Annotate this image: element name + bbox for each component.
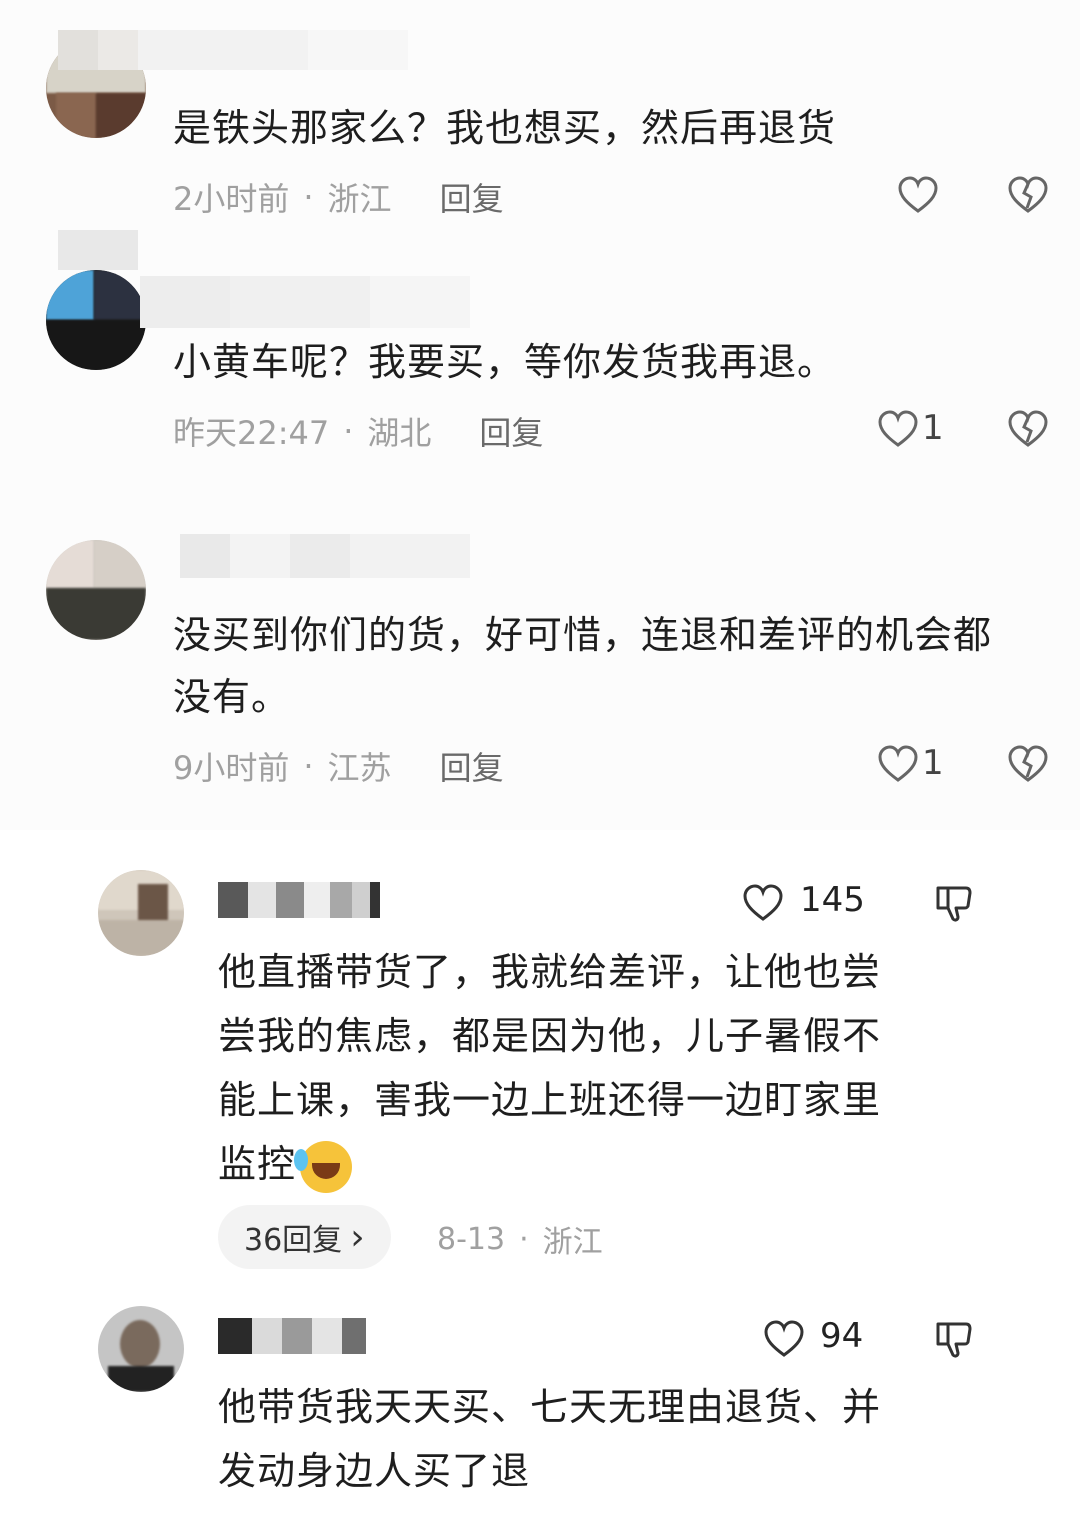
broken-heart-icon[interactable]	[1007, 745, 1049, 787]
username-mosaic[interactable]	[180, 534, 470, 578]
comment-text-line: 没有。	[173, 675, 291, 719]
comment-text: 他直播带货了，我就给差评，让他也尝 尝我的焦虑，都是因为他，儿子暑假不 能上课，…	[218, 940, 881, 1196]
comment-text: 小黄车呢？我要买，等你发货我再退。	[173, 340, 837, 384]
chevron-right-icon: ›	[350, 1216, 365, 1258]
heart-icon[interactable]	[877, 745, 919, 787]
comment-text: 他带货我天天买、七天无理由退货、并 发动身边人买了退	[218, 1375, 881, 1503]
like-count: 94	[820, 1316, 864, 1356]
comment-location: 浙江	[542, 1225, 603, 1260]
comment-location: 浙江	[327, 180, 392, 218]
comment-meta: 昨天22:47 · 湖北 回复	[173, 408, 543, 454]
comment-text-line: 能上课，害我一边上班还得一边盯家里	[218, 1078, 882, 1122]
comment-text: 没买到你们的货，好可惜，连退和差评的机会都 没有。	[173, 604, 992, 728]
avatar[interactable]	[98, 870, 184, 956]
heart-icon[interactable]	[742, 884, 784, 926]
thumbs-down-icon[interactable]	[934, 884, 974, 928]
comment-text-line: 没买到你们的货，好可惜，连退和差评的机会都	[173, 613, 993, 657]
username-mosaic[interactable]	[218, 882, 380, 918]
comment-time: 9小时前	[173, 749, 290, 787]
meta-separator: ·	[303, 747, 314, 785]
view-replies-button[interactable]: 36回复 ›	[218, 1205, 391, 1269]
broken-heart-icon[interactable]	[1007, 176, 1049, 218]
comment-text: 是铁头那家么？我也想买，然后再退货	[173, 106, 837, 150]
username-mosaic[interactable]	[58, 30, 408, 70]
reply-button[interactable]: 回复	[440, 174, 504, 220]
broken-heart-icon[interactable]	[1007, 410, 1049, 452]
like-count: 1	[922, 743, 944, 783]
comment-meta: 8-13 · 浙江	[437, 1217, 603, 1261]
comment-time: 昨天22:47	[173, 414, 330, 452]
comment-location: 湖北	[367, 414, 432, 452]
heart-icon[interactable]	[763, 1320, 805, 1362]
comment-time: 2小时前	[173, 180, 290, 218]
like-count: 145	[800, 880, 865, 920]
avatar[interactable]	[46, 270, 146, 370]
laughing-crying-emoji-icon	[294, 1140, 353, 1193]
comment-meta: 2小时前 · 浙江 回复	[173, 174, 504, 220]
reply-count: 36回复	[244, 1223, 343, 1258]
heart-icon[interactable]	[877, 410, 919, 452]
comment-text-line: 尝我的焦虑，都是因为他，儿子暑假不	[218, 1014, 882, 1058]
comment-date: 8-13	[437, 1221, 506, 1257]
username-mosaic[interactable]	[218, 1318, 366, 1354]
meta-separator: ·	[343, 412, 354, 450]
comment-text-line: 发动身边人买了退	[218, 1449, 531, 1493]
comment-text-line: 他带货我天天买、七天无理由退货、并	[218, 1385, 882, 1429]
avatar[interactable]	[98, 1306, 184, 1392]
reply-button[interactable]: 回复	[440, 743, 504, 789]
heart-icon[interactable]	[897, 176, 939, 218]
comment-text-line-end: 监控	[218, 1142, 297, 1186]
meta-separator: ·	[519, 1221, 529, 1257]
username-mosaic[interactable]	[58, 230, 138, 270]
comment-text-line: 监控	[218, 1132, 881, 1196]
reply-button[interactable]: 回复	[479, 408, 543, 454]
comment-meta: 9小时前 · 江苏 回复	[173, 743, 504, 789]
thumbs-down-icon[interactable]	[934, 1320, 974, 1364]
avatar[interactable]	[46, 540, 146, 640]
like-count: 1	[922, 408, 944, 448]
comment-location: 江苏	[327, 749, 392, 787]
comment-text-line: 他直播带货了，我就给差评，让他也尝	[218, 950, 882, 994]
username-mosaic[interactable]	[140, 276, 470, 328]
meta-separator: ·	[303, 178, 314, 216]
